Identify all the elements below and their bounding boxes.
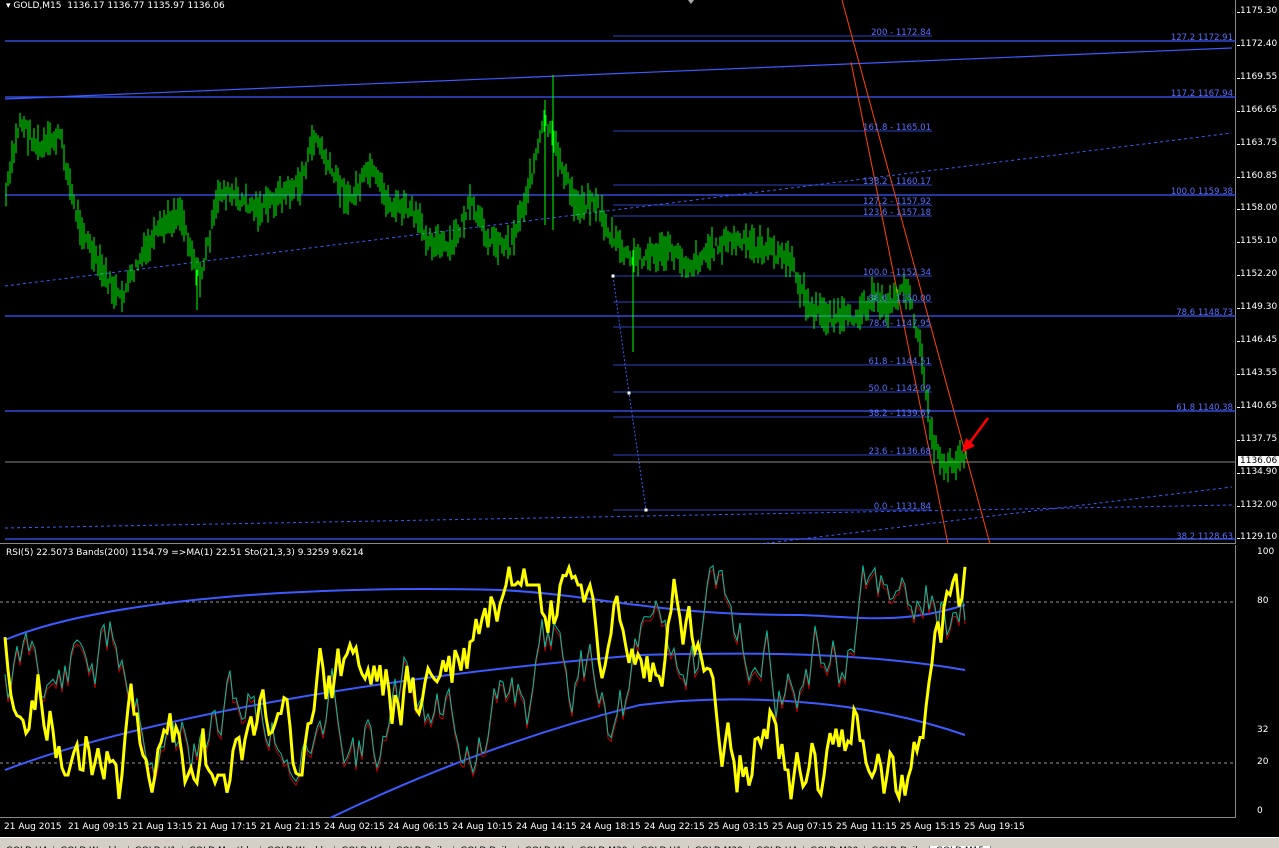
- price-tick-mark: [1237, 242, 1240, 244]
- price-tick-label: 1134.90: [1240, 466, 1278, 477]
- fib-level-label: 61.8 1140.38: [1176, 403, 1233, 413]
- price-tick-mark: [1237, 143, 1240, 145]
- fib-anchor-point[interactable]: [627, 391, 631, 395]
- annotation-arrow-icon[interactable]: [962, 417, 990, 452]
- fib-level-label: 127.2 1172.91: [1170, 33, 1233, 43]
- time-tick-label: 25 Aug 15:15: [900, 822, 961, 832]
- price-tick-mark: [1237, 373, 1240, 375]
- fib-retracement-label: 138.2 - 1160.17: [863, 177, 931, 187]
- price-tick-mark: [1237, 308, 1240, 310]
- dashed-trend-line[interactable]: [4, 504, 1233, 529]
- time-tick-label: 24 Aug 06:15: [388, 822, 449, 832]
- main-chart-panel[interactable]: [0, 0, 1236, 544]
- price-tick-mark: [1237, 505, 1240, 507]
- fib-level-label: 78.6 1148.73: [1176, 308, 1233, 318]
- fib-retracement-label: 78.6 - 1147.95: [868, 319, 931, 329]
- fib-level-label: 100.0 1159.38: [1170, 187, 1233, 197]
- price-tick-mark: [1237, 176, 1240, 178]
- price-tick-label: 1166.65: [1240, 104, 1278, 115]
- candlesticks[interactable]: [5, 75, 967, 483]
- indicator-tick-label: 80: [1257, 596, 1269, 606]
- fib-retracement-label: 200 - 1172.84: [871, 28, 931, 38]
- fib-retracement-label: 61.8 - 1144.51: [868, 357, 931, 367]
- price-tick-label: 1137.75: [1240, 433, 1278, 444]
- price-tick-mark: [1237, 209, 1240, 211]
- trend-line[interactable]: [4, 47, 1233, 100]
- price-tick-mark: [1237, 406, 1240, 408]
- fib-retracement-label: 123.6 - 1157.18: [863, 208, 931, 218]
- time-tick-label: 21 Aug 09:15: [68, 822, 129, 832]
- price-tick-label: 1129.10: [1240, 532, 1278, 543]
- price-tick-mark: [1237, 77, 1240, 79]
- price-tick-label: 1158.00: [1240, 203, 1278, 214]
- fib-retracement-label: 38.2 - 1139.67: [868, 409, 931, 419]
- indicator-tick-label: 20: [1257, 757, 1269, 767]
- time-tick-label: 25 Aug 11:15: [836, 822, 897, 832]
- price-tick-mark: [1237, 110, 1240, 112]
- price-tick-label: 1163.75: [1240, 137, 1278, 148]
- indicator-tick-label: 0: [1257, 806, 1263, 816]
- fib-retracement-label: 161.8 - 1165.01: [863, 123, 931, 133]
- price-tick-label: 1169.55: [1240, 71, 1278, 82]
- time-tick-label: 25 Aug 07:15: [772, 822, 833, 832]
- time-tick-label: 21 Aug 17:15: [196, 822, 257, 832]
- price-tick-mark: [1237, 439, 1240, 441]
- fib-retracement-label: 127.2 - 1157.92: [863, 197, 931, 207]
- price-tick-mark: [1237, 538, 1240, 540]
- fib-retracement-label: 23.6 - 1136.68: [868, 447, 931, 457]
- price-tick-mark: [1237, 44, 1240, 46]
- price-tick-label: 1160.85: [1240, 170, 1278, 181]
- price-tick-mark: [1237, 472, 1240, 474]
- indicator-header: RSI(5) 22.5073 Bands(200) 1154.79 =>MA(1…: [6, 548, 364, 558]
- collapse-triangle-icon[interactable]: ▾: [6, 1, 11, 11]
- fib-retracement-label: 50.0 - 1142.09: [868, 384, 931, 394]
- price-tick-label: 1175.30: [1240, 6, 1278, 16]
- chart-header: ▾ GOLD,M15 1136.17 1136.77 1135.97 1136.…: [6, 1, 225, 11]
- time-axis[interactable]: 21 Aug 2015 21 Aug 09:15 21 Aug 13:15 21 Au…: [0, 819, 1236, 836]
- price-tick-label: 1140.65: [1240, 400, 1278, 411]
- fib-anchor-point[interactable]: [644, 508, 648, 512]
- price-tick-label: 1172.40: [1240, 38, 1278, 49]
- price-chart[interactable]: [0, 0, 1236, 544]
- fib-anchor-point[interactable]: [611, 274, 615, 278]
- time-tick-label: 21 Aug 2015: [4, 822, 62, 832]
- fib-level-label: 117.2 1167.94: [1170, 89, 1233, 99]
- price-tick-label: 1132.00: [1240, 499, 1278, 510]
- scroll-marker-icon[interactable]: [688, 0, 694, 4]
- time-tick-label: 24 Aug 02:15: [324, 822, 385, 832]
- price-tick-label: 1152.20: [1240, 269, 1278, 280]
- indicator-tick-label: 32: [1257, 725, 1269, 735]
- chart-tab-bar[interactable]: GOLD,H4GOLD,WeeklyGOLD,H1GOLD,MonthlyGOL…: [0, 837, 1279, 848]
- price-tick-mark: [1237, 275, 1240, 277]
- time-tick-label: 24 Aug 22:15: [644, 822, 705, 832]
- time-tick-label: 24 Aug 18:15: [580, 822, 641, 832]
- indicator-tick-label: 100: [1257, 547, 1275, 557]
- current-price-label: 1136.06: [1238, 456, 1279, 466]
- price-tick-label: 1143.55: [1240, 367, 1278, 378]
- price-tick-label: 1149.30: [1240, 302, 1278, 313]
- indicator-panel[interactable]: [0, 545, 1236, 818]
- time-tick-label: 25 Aug 03:15: [708, 822, 769, 832]
- dashed-trend-line[interactable]: [4, 132, 1233, 287]
- stochastic-main-line[interactable]: [4, 564, 966, 783]
- time-tick-label: 24 Aug 10:15: [452, 822, 513, 832]
- indicator-axis[interactable]: 100 80 32 20 0: [1237, 545, 1279, 818]
- fib-retracement-label: 100.0 - 1152.34: [863, 268, 931, 278]
- price-tick-label: 1146.45: [1240, 335, 1278, 345]
- time-tick-label: 24 Aug 14:15: [516, 822, 577, 832]
- time-tick-label: 21 Aug 13:15: [132, 822, 193, 832]
- price-tick-mark: [1237, 341, 1240, 342]
- time-tick-label: 21 Aug 21:15: [260, 822, 321, 832]
- price-tick-label: 1155.10: [1240, 236, 1278, 247]
- fib-level-label: 38.2 1128.63: [1176, 532, 1233, 542]
- dashed-trend-line[interactable]: [759, 486, 1233, 544]
- price-tick-mark: [1237, 12, 1240, 13]
- symbol-label: GOLD,M15: [13, 1, 62, 11]
- fib-retracement-label: 0.0 - 1131.84: [873, 502, 931, 512]
- bollinger-lower-band[interactable]: [329, 698, 966, 818]
- indicator-chart[interactable]: [0, 545, 1236, 818]
- fib-retracement-label: 88.6 - 1150.00: [868, 294, 931, 304]
- ohlc-values: 1136.17 1136.77 1135.97 1136.06: [67, 1, 225, 11]
- time-tick-label: 25 Aug 19:15: [964, 822, 1025, 832]
